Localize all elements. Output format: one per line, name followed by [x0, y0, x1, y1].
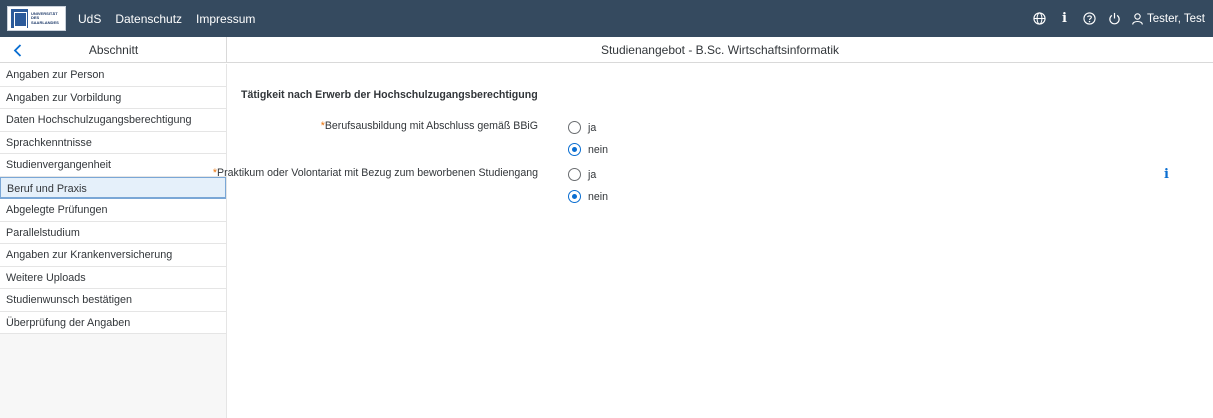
radio-circle[interactable] — [568, 121, 581, 134]
sidebar-item[interactable]: Angaben zur Krankenversicherung — [0, 244, 226, 267]
radio-berufsausbildung-nein[interactable]: nein — [568, 143, 608, 156]
top-bar: UNIVERSITÄT DES SAARLANDES UdS Datenschu… — [0, 0, 1213, 37]
sidebar-item[interactable]: Daten Hochschulzugangsberechtigung — [0, 109, 226, 132]
user-menu[interactable]: Tester, Test — [1132, 13, 1205, 25]
user-icon — [1132, 12, 1143, 25]
app-shell: UNIVERSITÄT DES SAARLANDES UdS Datenschu… — [0, 0, 1213, 418]
radio-circle-selected[interactable] — [568, 190, 581, 203]
section-nav-header: Abschnitt — [0, 37, 227, 63]
field-label-praktikum: *Praktikum oder Volontariat mit Bezug zu… — [213, 167, 538, 181]
radio-label: ja — [588, 121, 597, 134]
sidebar-item[interactable]: Parallelstudium — [0, 221, 226, 244]
logo-text: UNIVERSITÄT DES SAARLANDES — [31, 10, 59, 25]
radio-circle-selected[interactable] — [568, 143, 581, 156]
info-icon[interactable]: i — [1053, 7, 1076, 30]
main-content: Tätigkeit nach Erwerb der Hochschulzugan… — [213, 64, 1213, 418]
top-actions: i Tester, Test — [1026, 7, 1213, 30]
field-label-text: Berufsausbildung mit Abschluss gemäß BBi… — [324, 120, 538, 132]
field-label-text: Praktikum oder Volontariat mit Bezug zum… — [217, 167, 538, 179]
section-sidebar: Angaben zur Person Angaben zur Vorbildung… — [0, 64, 227, 418]
sidebar-item[interactable]: Weitere Uploads — [0, 266, 226, 289]
sidebar-item[interactable]: Sprachkenntnisse — [0, 131, 226, 154]
radio-label: ja — [588, 168, 597, 181]
nav-link-datenschutz[interactable]: Datenschutz — [115, 12, 182, 26]
radio-berufsausbildung-ja[interactable]: ja — [568, 121, 596, 134]
sidebar-item[interactable]: Studienwunsch bestätigen — [0, 289, 226, 312]
university-logo[interactable]: UNIVERSITÄT DES SAARLANDES — [7, 6, 66, 31]
sidebar-item[interactable]: Beruf und Praxis — [0, 176, 226, 199]
radio-label: nein — [588, 143, 609, 156]
sidebar-item[interactable]: Abgelegte Prüfungen — [0, 199, 226, 222]
section-heading: Tätigkeit nach Erwerb der Hochschulzugan… — [241, 89, 538, 101]
radio-praktikum-nein[interactable]: nein — [568, 190, 608, 203]
chevron-left-icon — [13, 43, 21, 57]
nav-link-uds[interactable]: UdS — [78, 12, 101, 26]
sub-header: Abschnitt Studienangebot - B.Sc. Wirtsch… — [0, 37, 1213, 63]
help-icon[interactable] — [1078, 7, 1101, 30]
sidebar-item[interactable]: Überprüfung der Angaben — [0, 311, 226, 334]
sidebar-item[interactable]: Angaben zur Person — [0, 64, 226, 87]
radio-praktikum-ja[interactable]: ja — [568, 168, 596, 181]
radio-circle[interactable] — [568, 168, 581, 181]
section-nav-title: Abschnitt — [88, 43, 139, 57]
section-list: Angaben zur Person Angaben zur Vorbildung… — [0, 64, 226, 334]
globe-icon[interactable] — [1028, 7, 1051, 30]
field-label-berufsausbildung: *Berufsausbildung mit Abschluss gemäß BB… — [228, 120, 538, 134]
nav-link-impressum[interactable]: Impressum — [196, 12, 255, 26]
back-button[interactable] — [4, 37, 30, 63]
university-crest-icon — [11, 9, 28, 29]
power-icon[interactable] — [1103, 7, 1126, 30]
radio-label: nein — [588, 190, 609, 203]
sidebar-item[interactable]: Studienvergangenheit — [0, 154, 226, 177]
user-name: Tester, Test — [1147, 12, 1205, 25]
sidebar-item[interactable]: Angaben zur Vorbildung — [0, 86, 226, 109]
page-title: Studienangebot - B.Sc. Wirtschaftsinform… — [600, 43, 840, 57]
field-info-icon[interactable]: i — [1164, 167, 1169, 182]
